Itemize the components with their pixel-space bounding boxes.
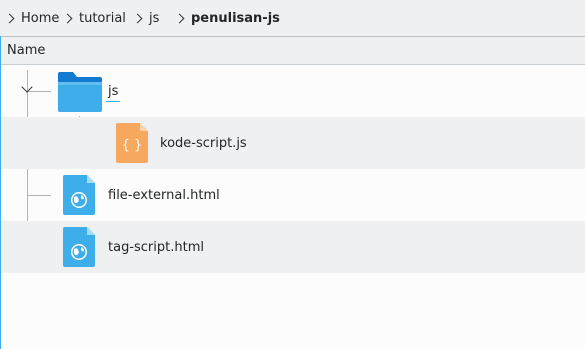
breadcrumb-label: js bbox=[149, 10, 160, 26]
html-file-icon bbox=[63, 227, 95, 267]
svg-text:{ }: { } bbox=[122, 138, 143, 153]
breadcrumb-label: tutorial bbox=[79, 10, 126, 26]
column-header-name[interactable]: Name bbox=[1, 36, 585, 65]
tree-row-folder-js[interactable]: js bbox=[1, 65, 585, 117]
tree-row-file-file-external[interactable]: file-external.html bbox=[1, 169, 585, 221]
folder-icon bbox=[58, 72, 102, 112]
tree-item-name[interactable]: js bbox=[108, 84, 118, 99]
chevron-right-icon bbox=[62, 13, 73, 23]
tree-row-file-kode-script[interactable]: { } kode-script.js bbox=[1, 117, 585, 169]
column-header-label: Name bbox=[7, 43, 46, 58]
breadcrumb-item-home[interactable]: Home bbox=[4, 0, 60, 36]
chevron-right-icon bbox=[4, 13, 15, 23]
focus-underline bbox=[106, 101, 120, 102]
breadcrumb-item-penulisan-js[interactable]: penulisan-js bbox=[174, 0, 280, 36]
chevron-down-icon[interactable] bbox=[21, 81, 33, 93]
tree-row-file-tag-script[interactable]: tag-script.html bbox=[1, 221, 585, 273]
breadcrumb: Home tutorial js penulisan-js bbox=[0, 0, 585, 36]
chevron-right-icon bbox=[174, 13, 185, 23]
breadcrumb-label: Home bbox=[21, 10, 60, 26]
tree-item-name[interactable]: file-external.html bbox=[108, 188, 220, 203]
javascript-file-icon: { } bbox=[116, 123, 148, 163]
breadcrumb-label: penulisan-js bbox=[191, 10, 280, 26]
file-tree-view[interactable]: Name js { } kode-script.js file-external… bbox=[0, 36, 585, 349]
chevron-right-icon bbox=[132, 13, 143, 23]
breadcrumb-item-tutorial[interactable]: tutorial bbox=[62, 0, 126, 36]
tree-item-name[interactable]: tag-script.html bbox=[108, 240, 204, 255]
tree-item-name[interactable]: kode-script.js bbox=[160, 136, 247, 151]
html-file-icon bbox=[63, 175, 95, 215]
breadcrumb-item-js[interactable]: js bbox=[132, 0, 160, 36]
